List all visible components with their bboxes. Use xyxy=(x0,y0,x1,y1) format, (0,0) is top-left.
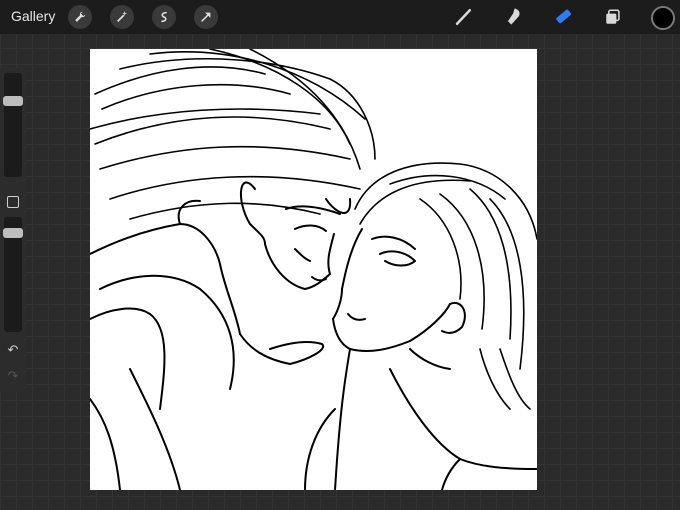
right-body xyxy=(304,348,537,490)
eraser-button[interactable] xyxy=(550,4,576,30)
color-picker-button[interactable] xyxy=(651,6,675,30)
wrench-icon xyxy=(75,11,86,22)
left-face xyxy=(239,181,352,290)
transform-arrow-icon xyxy=(201,12,211,22)
left-hair-strokes xyxy=(90,49,376,220)
transform-button[interactable] xyxy=(194,5,218,29)
undo-icon[interactable]: ↶ xyxy=(5,342,21,358)
selection-icon xyxy=(161,11,167,23)
right-hair-strokes xyxy=(354,162,537,410)
actions-button[interactable] xyxy=(68,5,92,29)
modify-button[interactable] xyxy=(7,196,19,208)
eraser-icon xyxy=(556,9,571,24)
selection-button[interactable] xyxy=(152,5,176,29)
adjustments-button[interactable] xyxy=(110,5,134,29)
opacity-thumb[interactable] xyxy=(3,228,23,238)
brush-button[interactable] xyxy=(450,4,476,30)
top-toolbar: Gallery xyxy=(0,0,680,34)
smudge-icon xyxy=(507,8,520,25)
redo-icon[interactable]: ↷ xyxy=(5,368,21,384)
layers-button[interactable] xyxy=(600,4,626,30)
brush-icon xyxy=(455,8,472,26)
smudge-button[interactable] xyxy=(500,4,526,30)
line-art-drawing xyxy=(90,49,537,490)
drawing-canvas[interactable] xyxy=(90,49,537,490)
left-body xyxy=(90,199,325,490)
gallery-button[interactable]: Gallery xyxy=(11,8,55,24)
opacity-slider[interactable] xyxy=(3,217,23,332)
right-face xyxy=(332,228,466,352)
brush-size-slider[interactable] xyxy=(3,73,23,177)
magic-wand-icon xyxy=(117,10,128,22)
brush-size-thumb[interactable] xyxy=(3,96,23,106)
sidebar: ↶ ↷ xyxy=(0,67,26,392)
layers-icon xyxy=(606,9,620,24)
